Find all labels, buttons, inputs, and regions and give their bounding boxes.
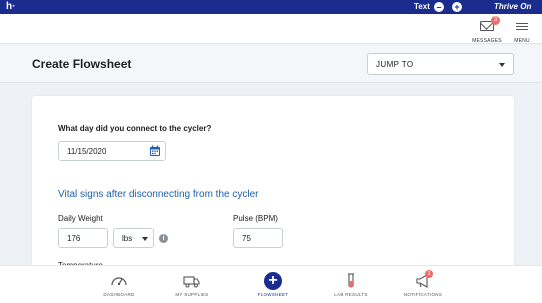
nav-label: FLOWSHEET — [257, 292, 289, 297]
decrease-text-button[interactable]: – — [434, 2, 444, 12]
nav-label: NOTIFICATIONS — [403, 292, 443, 297]
jump-to-dropdown[interactable]: JUMP TO — [367, 53, 514, 75]
nav-label: DASHBOARD — [103, 292, 135, 297]
app-header: 3 MESSAGES MENU — [0, 14, 542, 44]
megaphone-icon: 1 — [414, 270, 433, 290]
hamburger-icon — [516, 21, 528, 31]
pulse-input[interactable]: 75 — [233, 228, 283, 248]
weight-unit-select[interactable]: lbs — [113, 228, 154, 248]
truck-icon — [183, 276, 200, 288]
app-logo: h· — [6, 1, 16, 12]
messages-badge: 3 — [491, 16, 500, 25]
increase-text-button[interactable]: + — [452, 2, 462, 12]
menu-label: MENU — [514, 38, 530, 44]
nav-dashboard[interactable]: DASHBOARD — [89, 272, 149, 297]
connect-date-question: What day did you connect to the cycler? — [58, 124, 212, 133]
date-input[interactable]: 11/15/2020 — [58, 141, 166, 161]
messages-label: MESSAGES — [472, 38, 502, 44]
nav-label: LAB RESULTS — [334, 292, 368, 297]
date-value: 11/15/2020 — [67, 147, 107, 156]
chevron-down-icon — [142, 237, 148, 241]
chevron-down-icon — [499, 63, 505, 67]
calendar-icon[interactable] — [149, 145, 161, 157]
page-title: Create Flowsheet — [32, 57, 132, 71]
pulse-label: Pulse (BPM) — [233, 214, 278, 223]
brand-name: Thrive On — [494, 2, 532, 11]
nav-label: MY SUPPLIES — [175, 292, 209, 297]
nav-my-supplies[interactable]: MY SUPPLIES — [162, 272, 222, 297]
jump-to-label: JUMP TO — [376, 60, 414, 69]
top-bar: h· Text – + Thrive On — [0, 0, 542, 14]
notifications-badge: 1 — [425, 270, 433, 278]
test-tube-icon — [348, 273, 354, 288]
pulse-value: 75 — [242, 234, 251, 243]
title-bar: Create Flowsheet JUMP TO — [0, 45, 542, 83]
daily-weight-value: 176 — [67, 234, 81, 243]
nav-lab-results[interactable]: LAB RESULTS — [321, 272, 381, 297]
menu-button[interactable]: MENU — [505, 18, 539, 44]
weight-unit-value: lbs — [122, 234, 133, 243]
speedometer-icon — [111, 277, 127, 286]
nav-flowsheet[interactable]: + FLOWSHEET — [243, 272, 303, 297]
vital-signs-section-title: Vital signs after disconnecting from the… — [58, 189, 259, 200]
nav-notifications[interactable]: 1 NOTIFICATIONS — [393, 270, 453, 297]
info-icon[interactable]: i — [159, 234, 168, 243]
plus-circle-icon: + — [264, 272, 282, 290]
text-size-label: Text — [414, 2, 430, 11]
bottom-navigation: DASHBOARD MY SUPPLIES + FLOWSHEET LAB RE… — [0, 265, 542, 303]
messages-button[interactable]: 3 MESSAGES — [470, 16, 504, 44]
daily-weight-label: Daily Weight — [58, 214, 103, 223]
daily-weight-input[interactable]: 176 — [58, 228, 108, 248]
